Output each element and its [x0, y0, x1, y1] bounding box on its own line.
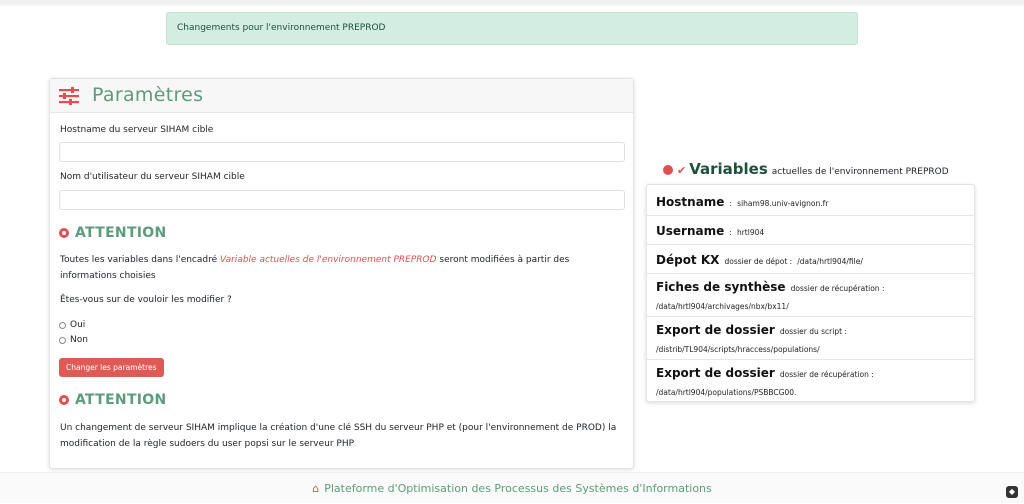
variables-title: Variables — [689, 160, 768, 178]
list-item: Hostname : siham98.univ-avignon.fr — [647, 185, 974, 216]
attention-heading-2: ATTENTION — [59, 392, 167, 408]
home-icon[interactable]: ⌂ — [312, 482, 319, 495]
variable-value: /data/hrtl904/file/ — [797, 257, 863, 266]
status-alert: Changements pour l'environnement PREPROD — [166, 12, 858, 45]
message-highlight: Variable actuelles de l'environnement PR… — [220, 255, 437, 265]
variable-desc: dossier de récupération : — [779, 370, 874, 379]
variables-subtitle: actuelles de l'environnement PREPROD — [771, 167, 949, 177]
top-bar — [0, 0, 1024, 4]
parameters-header: Paramètres — [50, 79, 633, 113]
variables-heading: ✔ Variables actuelles de l'environnement… — [663, 160, 949, 178]
variable-desc: dossier de dépot : — [724, 257, 793, 266]
variable-desc: : — [729, 228, 732, 237]
list-item: Fiches de synthèse dossier de récupérati… — [647, 274, 974, 317]
alert-text: Changements pour l'environnement PREPROD — [177, 23, 386, 33]
confirm-question: Êtes-vous sur de vouloir les modifier ? — [60, 295, 232, 305]
parameters-card: Paramètres Hostname du serveur SIHAM cib… — [49, 78, 634, 469]
variables-list: Hostname : siham98.univ-avignon.fr Usern… — [646, 184, 975, 402]
radio-yes-label: Oui — [70, 320, 86, 330]
username-input[interactable] — [59, 190, 625, 210]
variable-desc: dossier du script : — [779, 327, 847, 336]
attention-heading-1: ATTENTION — [59, 225, 167, 241]
variable-value: hrtl904 — [736, 228, 765, 237]
variable-key: Hostname — [656, 195, 725, 209]
list-item: Dépot KX dossier de dépot : /data/hrtl90… — [647, 245, 974, 274]
debug-toolbar-icon[interactable]: ◆ — [1006, 486, 1018, 498]
attention-text-2: ATTENTION — [75, 392, 167, 408]
radio-circle-icon[interactable] — [59, 321, 66, 329]
variable-value: /distrib/TL904/scripts/hraccess/populati… — [656, 345, 820, 354]
variable-value: /data/hrtl904/populations/PSBBCG00. — [656, 388, 797, 397]
radio-yes[interactable]: Oui — [59, 320, 85, 330]
radio-no[interactable]: Non — [59, 335, 88, 345]
hostname-input[interactable] — [59, 142, 625, 162]
radio-no-label: Non — [70, 335, 88, 345]
variable-value: siham98.univ-avignon.fr — [737, 199, 829, 208]
variable-key: Username — [656, 224, 725, 238]
list-item: Username : hrtl904 — [647, 216, 974, 245]
warning-icon — [59, 395, 69, 405]
hostname-label: Hostname du serveur SIHAM cible — [60, 125, 214, 135]
list-item: Export de dossier dossier de récupératio… — [647, 360, 974, 403]
attention-message: Toutes les variables dans l'encadré Vari… — [60, 252, 620, 284]
variable-key: Export de dossier — [656, 323, 775, 337]
variable-desc: dossier de récupération : — [790, 284, 885, 293]
variable-value: /data/hrtl904/archivages/nbx/bx11/ — [656, 302, 789, 311]
attention-text-1: ATTENTION — [75, 225, 167, 241]
sliders-icon — [59, 87, 79, 105]
variable-key: Dépot KX — [656, 253, 720, 267]
message-part-1: Toutes les variables dans l'encadré — [60, 255, 221, 265]
variable-desc: : — [729, 199, 733, 208]
radio-circle-icon[interactable] — [59, 336, 66, 344]
list-item: Export de dossier dossier du script : /d… — [647, 317, 974, 360]
footer-text[interactable]: Plateforme d'Optimisation des Processus … — [324, 482, 712, 495]
check-icon: ✔ — [677, 164, 687, 177]
clock-icon — [663, 165, 673, 175]
warning-icon — [59, 228, 69, 238]
ssh-warning: Un changement de serveur SIHAM implique … — [60, 423, 617, 449]
parameters-title: Paramètres — [92, 84, 204, 106]
variable-key: Fiches de synthèse — [656, 280, 786, 294]
variable-key: Export de dossier — [656, 366, 775, 380]
change-parameters-button[interactable]: Changer les paramètres — [59, 358, 164, 377]
footer: ⌂ Plateforme d'Optimisation des Processus… — [0, 472, 1024, 503]
username-label: Nom d'utilisateur du serveur SIHAM cible — [60, 172, 245, 182]
